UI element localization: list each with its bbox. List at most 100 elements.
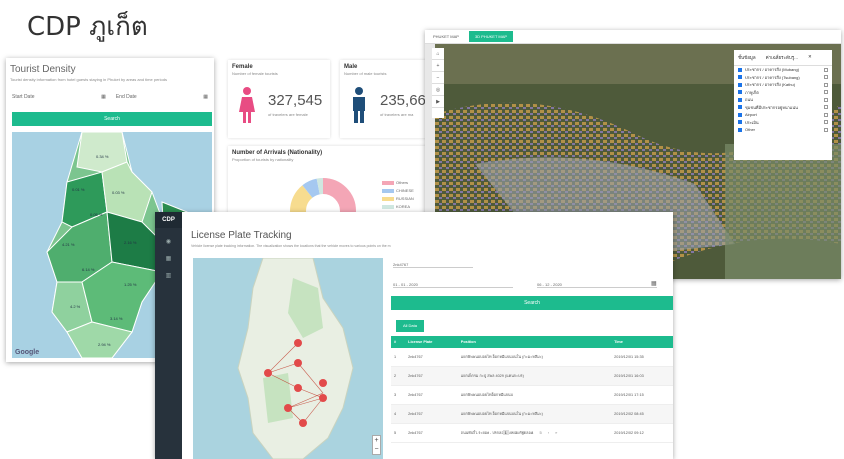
page-first[interactable]: « (487, 430, 489, 435)
phuket-route-map (237, 258, 354, 459)
zoom-in-icon[interactable]: + (432, 60, 444, 72)
google-logo: Google (15, 349, 40, 356)
average-level-tab[interactable]: ค่าเฉลี่ยระดับรู... (766, 54, 798, 61)
layers-tab[interactable]: ชั้นข้อมูล (738, 54, 756, 61)
layer-row[interactable]: ประชากร / อาคารสิ่ง (Tsubang) (734, 74, 832, 82)
home-icon[interactable]: ⌂ (432, 48, 444, 60)
all-data-button[interactable]: All Data (396, 320, 424, 332)
female-icon (239, 87, 255, 123)
app-sidebar: CDP ◉ ▦ ▥ (155, 212, 182, 459)
male-subtitle: Number of male tourists (344, 71, 387, 76)
cdp-logo: CDP (155, 212, 182, 228)
density-search-button[interactable]: Search (12, 112, 212, 126)
map-label: 0.05 % (90, 212, 103, 217)
compass-icon[interactable]: ◎ (432, 84, 444, 96)
page-1[interactable]: 1 (502, 430, 509, 435)
map-zoom-control[interactable]: + − (372, 435, 381, 455)
column-header: Position (457, 336, 612, 348)
page-next[interactable]: › (548, 430, 549, 435)
page-3[interactable]: 3 (523, 430, 525, 435)
checkbox-icon (738, 75, 742, 80)
table-row[interactable]: 2 2nk4767 แยกเพ็กรม กะบู่ สพล 4029 (แคนกะบ… (391, 366, 673, 386)
map-label: 1.25 % (124, 282, 137, 287)
map-label: 0.03 % (112, 190, 125, 195)
license-plate-panel: CDP ◉ ▦ ▥ License Plate Tracking Vehicle… (155, 212, 673, 459)
layer-row[interactable]: ประชากร / อาคารสิ่ง (Kathu) (734, 81, 832, 89)
male-card: Male Number of male tourists 235,66 of t… (340, 60, 432, 138)
checkbox-icon (738, 105, 742, 110)
calendar-icon[interactable]: ▦ (101, 94, 106, 100)
start-date-field[interactable]: Start Date (12, 94, 35, 100)
close-icon[interactable]: ✕ (808, 54, 812, 61)
table-row[interactable]: 4 2nk4767 แยกพิพพนอบอยไท อ็อกหมีแจนบนใน (ก… (391, 404, 673, 424)
map-toolbar: ⌂ + − ◎ ▶ (432, 48, 444, 118)
zoom-out-icon[interactable]: − (432, 72, 444, 84)
checkbox-icon (738, 127, 742, 132)
male-count: 235,66 (380, 92, 426, 109)
checkbox-icon (738, 90, 742, 95)
tracking-map[interactable]: + − (193, 258, 383, 459)
plate-table: # License Plate Position Time 1 2nk4767 แย… (391, 336, 673, 443)
plate-input[interactable]: 2nk4767 (393, 262, 473, 268)
map-label: 0.01 % (72, 187, 85, 192)
page-4[interactable]: 4 (531, 430, 533, 435)
calendar-icon[interactable]: ▦ (203, 94, 208, 100)
layer-row[interactable]: ประชากร / อาคารสิ่ง (Mubang) (734, 66, 832, 74)
legend-item: RUSSIAN (382, 196, 414, 201)
page-title: CDP ภูเก็ต (27, 12, 148, 42)
layer-row[interactable]: ภาษูเก็ต (734, 89, 832, 97)
table-row[interactable]: 3 2nk4767 แยกพิพพนอบอยไทอ็อกหมีแจนบ 2019/12… (391, 385, 673, 405)
dashboard-icon[interactable]: ◉ (155, 238, 182, 245)
table-row[interactable]: 1 2nk4767 แยกพิพพนอบอยไท อ็อกหมีแจนบนใน (ก… (391, 348, 673, 367)
end-date-field[interactable]: End Date (116, 94, 137, 100)
column-header: License Plate (405, 336, 458, 348)
checkbox-icon (738, 120, 742, 125)
plate-search-button[interactable]: Search (391, 296, 673, 310)
date-to-field[interactable]: 06 - 12 - 2020 (537, 282, 657, 288)
tab-3d-phuket-map[interactable]: 3D PHUKET MAP (468, 31, 514, 42)
date-from-field[interactable]: 01 - 01 - 2020 (393, 282, 513, 288)
legend-item: KOREA (382, 204, 410, 209)
layer-row[interactable]: ประเมิน (734, 119, 832, 127)
page-last[interactable]: » (555, 430, 557, 435)
male-icon (353, 87, 365, 123)
pagination: « ‹ 1 2 3 4 5 › » (487, 430, 557, 435)
arrivals-subtitle: Proportion of tourists by nationality (232, 157, 294, 162)
plate-subtitle: Vehicle license plate tracking informati… (191, 244, 391, 248)
checkbox-icon (738, 112, 742, 117)
tab-phuket-map[interactable]: PHUKET MAP (427, 31, 465, 42)
layer-row[interactable]: Other (734, 126, 832, 134)
column-header: Time (611, 336, 673, 348)
calendar-icon[interactable]: ▦ (651, 280, 657, 287)
page-2[interactable]: 2 (515, 430, 517, 435)
legend-item: Others (382, 180, 408, 185)
layer-row[interactable]: Airport (734, 111, 832, 119)
checkbox-icon (738, 82, 742, 87)
female-count: 327,545 (268, 92, 323, 109)
layer-row[interactable]: ถนน (734, 96, 832, 104)
plate-title: License Plate Tracking (191, 230, 292, 241)
male-caption: of travelers are ma (380, 112, 414, 117)
map-label: 6.14 % (82, 267, 95, 272)
page-prev[interactable]: ‹ (495, 430, 496, 435)
grid-icon[interactable]: ▦ (155, 255, 182, 262)
play-icon[interactable]: ▶ (432, 96, 444, 108)
building-icon[interactable]: ▥ (155, 272, 182, 279)
checkbox-icon (738, 67, 742, 72)
page-5[interactable]: 5 (540, 430, 542, 435)
map-label: 4.2 % (70, 304, 81, 309)
checkbox-icon (738, 97, 742, 102)
map-label: 0.34 % (96, 154, 109, 159)
map-label: 2.94 % (98, 342, 111, 347)
legend-item: CHINESE (382, 188, 414, 193)
map-label: 2.16 % (124, 240, 137, 245)
map-label: 3.14 % (110, 316, 123, 321)
arrivals-title: Number of Arrivals (Nationality) (232, 150, 323, 156)
female-caption: of travelers are female (268, 112, 308, 117)
layer-row[interactable]: ชุมชนที่มีประชากรอยู่หนาแน่น (734, 104, 832, 112)
density-heading: Tourist Density (10, 64, 76, 75)
map-label: 4.21 % (62, 242, 75, 247)
male-title: Male (344, 64, 358, 70)
layers-panel: ชั้นข้อมูล ค่าเฉลี่ยระดับรู... ✕ ประชากร /… (734, 50, 832, 160)
column-header: # (391, 336, 406, 348)
